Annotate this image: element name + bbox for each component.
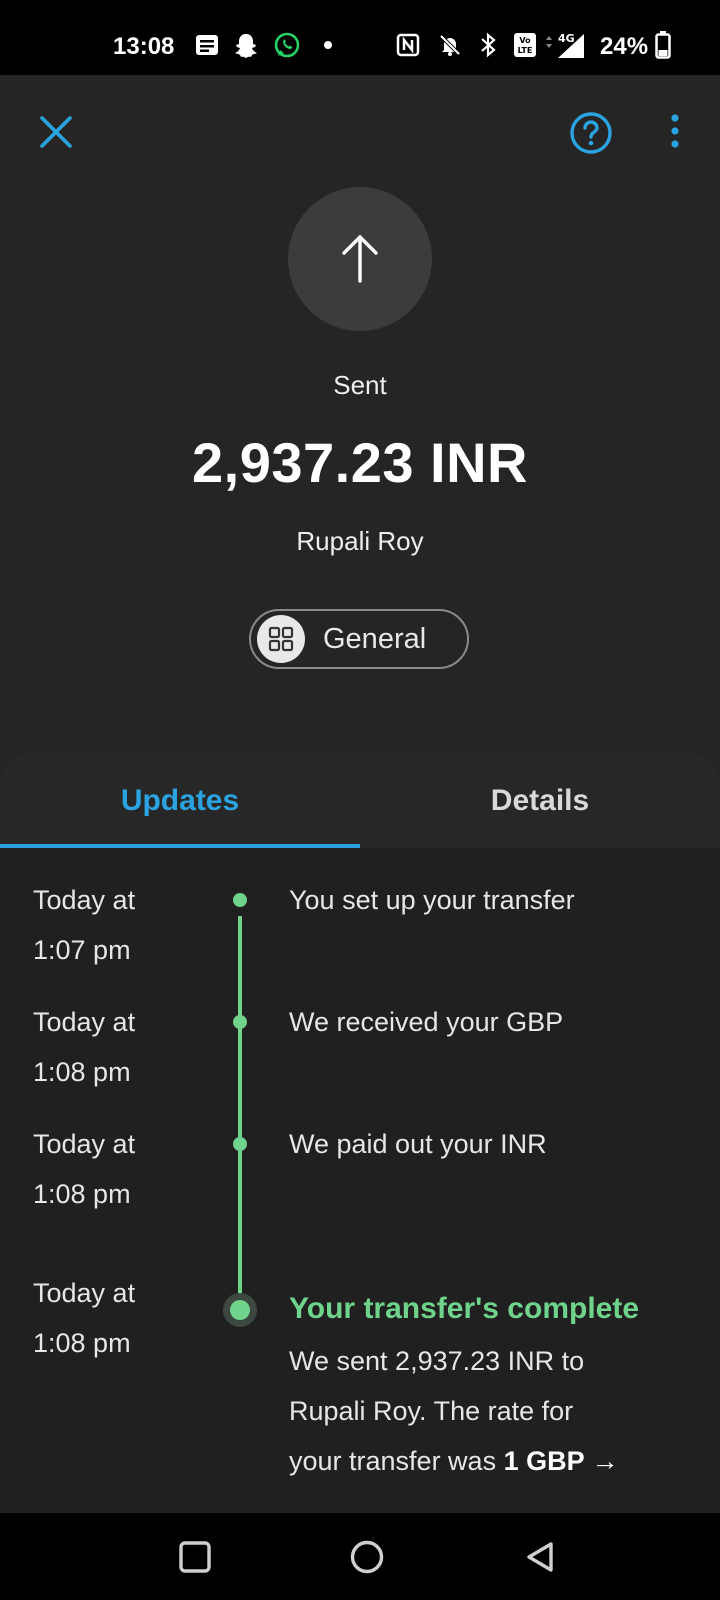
time-clock: 1:08 pm bbox=[33, 1179, 131, 1209]
transfer-status: Sent bbox=[333, 370, 387, 400]
timeline-time: Today at 1:08 pm bbox=[33, 997, 135, 1097]
arrow-up-icon bbox=[342, 235, 378, 283]
time-day: Today at bbox=[33, 1129, 136, 1159]
timeline-event: We received your GBP bbox=[289, 1007, 564, 1037]
nfc-icon bbox=[395, 30, 421, 60]
time-day: Today at bbox=[33, 885, 136, 915]
tab-details[interactable]: Details bbox=[360, 753, 720, 848]
system-nav-bar bbox=[0, 1513, 720, 1600]
home-icon bbox=[350, 1540, 384, 1574]
more-icon bbox=[671, 114, 679, 148]
timeline-time: Today at 1:08 pm bbox=[33, 1268, 135, 1368]
grid-icon bbox=[257, 615, 305, 663]
snapchat-icon bbox=[232, 30, 260, 60]
timeline-dot bbox=[233, 893, 247, 907]
exchange-rate: 1 GBP → bbox=[503, 1446, 619, 1476]
category-label: General bbox=[323, 622, 427, 655]
time-clock: 1:07 pm bbox=[33, 935, 131, 965]
tab-updates[interactable]: Updates bbox=[0, 753, 360, 848]
volte-icon: Vo LTE bbox=[512, 30, 538, 60]
transfer-amount: 2,937.23 INR bbox=[192, 431, 528, 494]
time-clock: 1:08 pm bbox=[33, 1328, 131, 1358]
timeline-event: We paid out your INR bbox=[289, 1129, 547, 1159]
help-icon bbox=[570, 112, 612, 154]
timeline-time: Today at 1:08 pm bbox=[33, 1119, 135, 1219]
timeline-dot bbox=[233, 1137, 247, 1151]
whatsapp-icon bbox=[272, 30, 302, 60]
timeline-line bbox=[238, 916, 242, 1309]
time-day: Today at bbox=[33, 1007, 136, 1037]
close-icon bbox=[40, 116, 72, 148]
time-clock: 1:08 pm bbox=[33, 1057, 131, 1087]
transfer-sheet: Updates Details Today at 1:07 pm You set… bbox=[0, 753, 720, 1513]
svg-text:LTE: LTE bbox=[518, 46, 533, 55]
transfer-complete-title: Your transfer's complete bbox=[289, 1292, 640, 1325]
timeline-event: You set up your transfer bbox=[289, 885, 575, 915]
battery-percent: 24% bbox=[600, 33, 649, 60]
status-bar: 13:08 Vo LTE 4G 24% bbox=[0, 0, 720, 75]
description-text: your transfer was bbox=[289, 1446, 504, 1476]
timeline-dot bbox=[233, 1015, 247, 1029]
status-time: 13:08 bbox=[113, 33, 175, 60]
bluetooth-icon bbox=[478, 30, 498, 60]
time-day: Today at bbox=[33, 1278, 136, 1308]
recipient-name: Rupali Roy bbox=[296, 526, 424, 556]
timeline-time: Today at 1:07 pm bbox=[33, 875, 135, 975]
back-icon bbox=[527, 1542, 553, 1572]
notes-icon bbox=[194, 30, 220, 60]
close-button[interactable] bbox=[34, 110, 78, 154]
active-tab-indicator bbox=[0, 844, 360, 848]
transfer-complete-description: We sent 2,937.23 INR to Rupali Roy. The … bbox=[289, 1336, 689, 1486]
description-line: Rupali Roy. The rate for bbox=[289, 1396, 574, 1426]
tab-bar: Updates Details bbox=[0, 753, 720, 848]
more-options-button[interactable] bbox=[660, 110, 690, 156]
svg-text:4G: 4G bbox=[558, 32, 575, 45]
recents-button[interactable] bbox=[171, 1533, 219, 1581]
help-button[interactable] bbox=[568, 110, 614, 156]
home-button[interactable] bbox=[343, 1533, 391, 1581]
description-line: your transfer was 1 GBP → bbox=[289, 1436, 689, 1486]
mute-icon bbox=[437, 30, 463, 60]
back-button[interactable] bbox=[516, 1533, 564, 1581]
transfer-direction-avatar bbox=[288, 187, 432, 331]
description-line: We sent 2,937.23 INR to bbox=[289, 1346, 585, 1376]
svg-text:Vo: Vo bbox=[519, 36, 531, 45]
recents-icon bbox=[179, 1541, 211, 1573]
battery-icon bbox=[654, 30, 672, 60]
signal-icon: 4G bbox=[544, 30, 588, 60]
timeline-dot-current bbox=[230, 1300, 250, 1320]
category-chip[interactable]: General bbox=[249, 609, 469, 669]
dot-icon bbox=[323, 30, 333, 60]
